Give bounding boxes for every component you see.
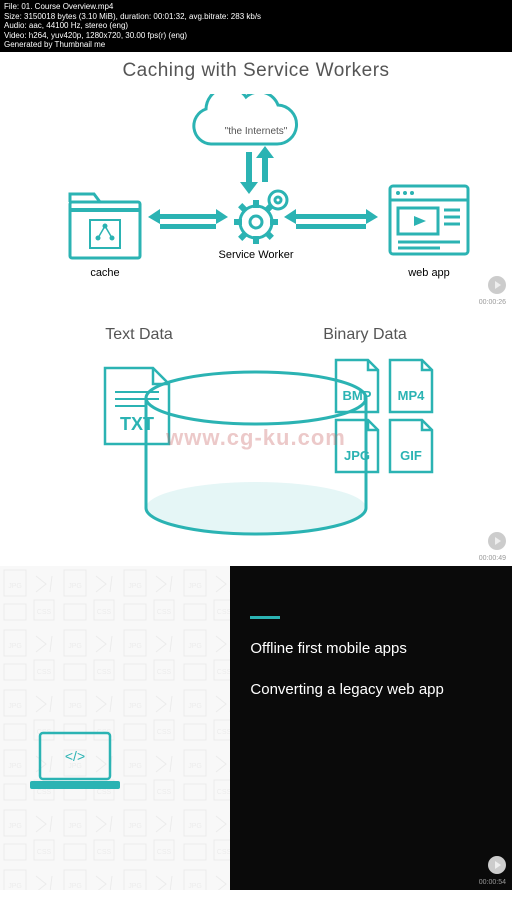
accent-bar <box>250 616 280 619</box>
meta-gen: Generated by Thumbnail me <box>4 40 508 50</box>
video-metadata: File: 01. Course Overview.mp4 Size: 3150… <box>0 0 512 52</box>
play-icon <box>488 856 506 874</box>
meta-size: Size: 3150018 bytes (3.10 MiB), duration… <box>4 12 508 22</box>
svg-text:</>: </> <box>65 748 85 764</box>
svg-text:BMP: BMP <box>343 388 372 403</box>
play-icon <box>488 532 506 550</box>
svg-text:cache: cache <box>90 267 119 279</box>
meta-file: File: 01. Course Overview.mp4 <box>4 2 508 12</box>
timestamp-3: 00:00:54 <box>479 879 506 886</box>
svg-text:Service Worker: Service Worker <box>219 249 294 261</box>
service-worker-diagram: "the Internets" Service Worker cache web… <box>0 94 512 294</box>
play-icon <box>488 276 506 294</box>
laptop-icon: </> <box>30 731 120 793</box>
slide-2: Text Data Binary Data TXT BMP MP4 JPG GI… <box>0 310 512 566</box>
slide-1: Caching with Service Workers "the Intern… <box>0 52 512 310</box>
text-data-label: Text Data <box>105 326 173 344</box>
svg-text:web app: web app <box>407 267 450 279</box>
slide-3-right-panel: Offline first mobile apps Converting a l… <box>230 566 512 890</box>
svg-text:"the Internets": "the Internets" <box>225 126 288 137</box>
slide-3-left-panel: JPG CSS </> <box>0 566 230 890</box>
svg-text:GIF: GIF <box>400 448 422 463</box>
meta-video: Video: h264, yuv420p, 1280x720, 30.00 fp… <box>4 31 508 41</box>
svg-text:MP4: MP4 <box>398 388 426 403</box>
binary-data-label: Binary Data <box>323 326 407 344</box>
data-types-diagram: TXT BMP MP4 JPG GIF <box>0 348 512 548</box>
bullet-2: Converting a legacy web app <box>250 680 492 700</box>
svg-text:JPG: JPG <box>344 448 370 463</box>
timestamp-1: 00:00:26 <box>479 299 506 306</box>
slide-3: JPG CSS </> Offline first mobile apps Co… <box>0 566 512 890</box>
slide-1-title: Caching with Service Workers <box>0 60 512 82</box>
timestamp-2: 00:00:49 <box>479 555 506 562</box>
meta-audio: Audio: aac, 44100 Hz, stereo (eng) <box>4 21 508 31</box>
background-pattern: JPG CSS <box>0 566 230 890</box>
bullet-1: Offline first mobile apps <box>250 639 492 659</box>
svg-text:TXT: TXT <box>120 414 154 434</box>
